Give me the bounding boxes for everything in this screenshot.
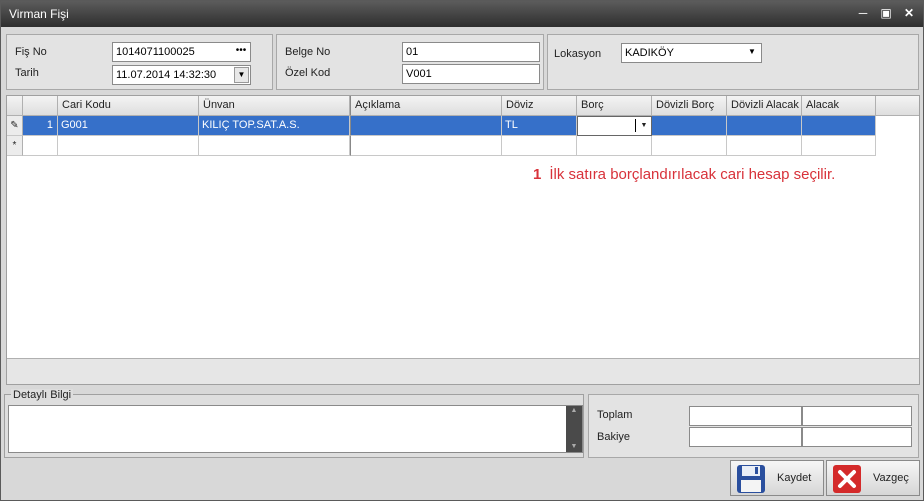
lokasyon-select[interactable]: KADIKÖY ▼ bbox=[621, 43, 762, 63]
cell-dovizli-alacak[interactable] bbox=[727, 116, 802, 136]
cell-aciklama[interactable] bbox=[350, 116, 502, 136]
virman-fisi-window: Virman Fişi ─ ▣ ✕ Fiş No 1014071100025 •… bbox=[0, 0, 924, 501]
cancel-button[interactable]: Vazgeç bbox=[826, 460, 920, 496]
new-row-cell[interactable] bbox=[23, 136, 58, 156]
chevron-down-icon[interactable]: ▼ bbox=[743, 44, 761, 62]
detail-label: Detaylı Bilgi bbox=[11, 389, 74, 401]
column-header-alacak[interactable]: Alacak bbox=[802, 96, 876, 116]
text-cursor bbox=[635, 119, 636, 132]
cell-dovizli-borc[interactable] bbox=[652, 116, 727, 136]
fis-panel: Fiş No 1014071100025 ••• Tarih 11.07.201… bbox=[6, 34, 273, 90]
floppy-disk-icon bbox=[737, 465, 765, 493]
scroll-up-icon[interactable]: ▲ bbox=[566, 406, 582, 416]
bakiye-label: Bakiye bbox=[597, 431, 631, 443]
ozel-kod-label: Özel Kod bbox=[285, 67, 331, 79]
tutorial-annotation: 1 İlk satıra borçlandırılacak cari hesap … bbox=[533, 166, 835, 183]
lokasyon-value: KADIKÖY bbox=[625, 47, 674, 59]
belge-no-field[interactable]: 01 bbox=[402, 42, 540, 62]
belge-panel: Belge No 01 Özel Kod V001 bbox=[276, 34, 544, 90]
new-row-cell[interactable] bbox=[577, 136, 652, 156]
title-bar: Virman Fişi ─ ▣ ✕ bbox=[1, 1, 923, 27]
fis-no-field[interactable]: 1014071100025 ••• bbox=[112, 42, 251, 62]
fis-no-label: Fiş No bbox=[15, 46, 47, 58]
fis-no-value: 1014071100025 bbox=[116, 46, 195, 58]
tarih-field[interactable]: 11.07.2014 14:32:30 ▼ bbox=[112, 65, 251, 85]
tarih-value: 11.07.2014 14:32:30 bbox=[116, 69, 217, 81]
minimize-icon[interactable]: ─ bbox=[855, 5, 871, 21]
column-header-doviz[interactable]: Döviz bbox=[502, 96, 577, 116]
ozel-kod-value: V001 bbox=[406, 68, 432, 80]
bakiye-borc-field bbox=[689, 427, 802, 447]
toplam-label: Toplam bbox=[597, 409, 633, 421]
new-row-cell[interactable] bbox=[652, 136, 727, 156]
column-header-borc[interactable]: Borç bbox=[577, 96, 652, 116]
cell-borc-editor[interactable]: ▼ bbox=[577, 116, 652, 136]
chevron-down-icon[interactable]: ▼ bbox=[638, 118, 650, 134]
belge-no-value: 01 bbox=[406, 46, 419, 58]
cell-unvan[interactable]: KILIÇ TOP.SAT.A.S. bbox=[199, 116, 350, 136]
save-label: Kaydet bbox=[777, 472, 812, 484]
new-row-cell[interactable] bbox=[350, 136, 502, 156]
fis-no-ellipsis-button[interactable]: ••• bbox=[232, 43, 250, 61]
new-row-cell[interactable] bbox=[502, 136, 577, 156]
chevron-down-icon[interactable]: ▼ bbox=[234, 67, 249, 83]
toplam-alacak-field bbox=[802, 406, 912, 426]
grid-corner bbox=[7, 96, 23, 116]
toplam-borc-field bbox=[689, 406, 802, 426]
new-row-indicator-icon: * bbox=[7, 136, 23, 156]
new-row-cell[interactable] bbox=[727, 136, 802, 156]
close-icon[interactable]: ✕ bbox=[901, 5, 917, 21]
new-row-cell[interactable] bbox=[199, 136, 350, 156]
column-header-unvan[interactable]: Ünvan bbox=[199, 96, 350, 116]
new-row-cell[interactable] bbox=[58, 136, 199, 156]
detail-textarea[interactable]: ▲ ▼ bbox=[8, 405, 583, 453]
column-header-dovizli-alacak[interactable]: Dövizli Alacak bbox=[727, 96, 802, 116]
annotation-text: İlk satıra borçlandırılacak cari hesap s… bbox=[549, 166, 836, 183]
totals-panel: Toplam Bakiye bbox=[588, 394, 919, 458]
tarih-label: Tarih bbox=[15, 67, 39, 79]
lokasyon-panel: Lokasyon KADIKÖY ▼ bbox=[547, 34, 919, 90]
column-header-filler bbox=[876, 96, 919, 116]
column-header-dovizli-borc[interactable]: Dövizli Borç bbox=[652, 96, 727, 116]
window-title: Virman Fişi bbox=[9, 7, 69, 21]
save-button[interactable]: Kaydet bbox=[730, 460, 824, 496]
detail-panel: Detaylı Bilgi ▲ ▼ bbox=[4, 389, 584, 458]
cell-doviz[interactable]: TL bbox=[502, 116, 577, 136]
detail-scrollbar[interactable]: ▲ ▼ bbox=[566, 406, 582, 452]
lokasyon-label: Lokasyon bbox=[554, 48, 602, 60]
new-row-cell[interactable] bbox=[802, 136, 876, 156]
ozel-kod-field[interactable]: V001 bbox=[402, 64, 540, 84]
belge-no-label: Belge No bbox=[285, 46, 331, 58]
grid-footer bbox=[7, 358, 919, 384]
annotation-number: 1 bbox=[533, 166, 542, 183]
data-grid: Cari Kodu Ünvan Açıklama Döviz Borç Dövi… bbox=[6, 95, 920, 385]
column-header-aciklama[interactable]: Açıklama bbox=[350, 96, 502, 116]
cell-cari-kodu[interactable]: G001 bbox=[58, 116, 199, 136]
scroll-down-icon[interactable]: ▼ bbox=[566, 442, 582, 452]
cancel-x-icon bbox=[833, 465, 861, 493]
cancel-label: Vazgeç bbox=[873, 472, 909, 484]
column-header-no bbox=[23, 96, 58, 116]
maximize-icon[interactable]: ▣ bbox=[878, 5, 894, 21]
bakiye-alacak-field bbox=[802, 427, 912, 447]
row-edit-indicator-icon: ✎ bbox=[7, 116, 23, 136]
column-header-cari-kodu[interactable]: Cari Kodu bbox=[58, 96, 199, 116]
cell-alacak[interactable] bbox=[802, 116, 876, 136]
row-number: 1 bbox=[23, 116, 58, 136]
